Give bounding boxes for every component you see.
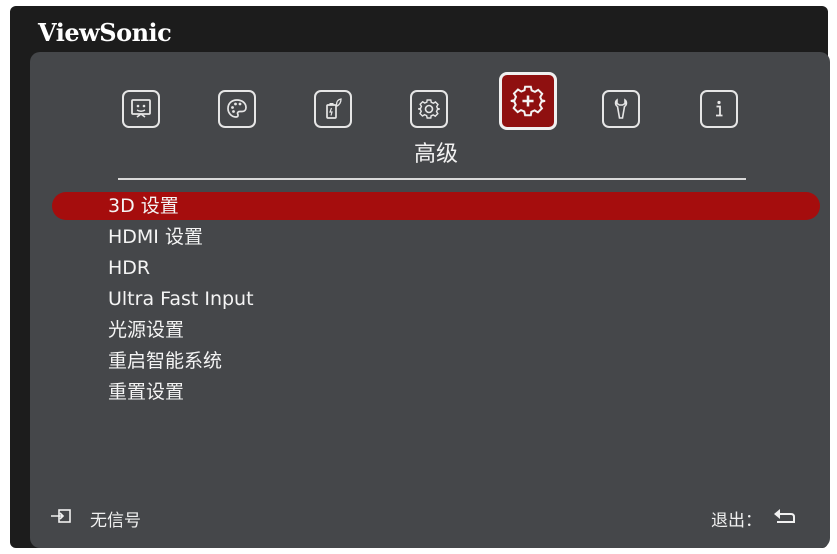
osd-frame: ViewSonic 高级 3D 设置 HDMI 设置 HDR Ultra Fas… xyxy=(10,6,830,548)
tools-wrench-icon xyxy=(614,98,628,119)
tab-divider xyxy=(118,178,746,180)
tab-power[interactable] xyxy=(314,90,352,128)
active-tab-title: 高级 xyxy=(413,142,458,167)
menu-item-label: 3D 设置 xyxy=(108,195,179,217)
tab-tools[interactable] xyxy=(602,90,640,128)
menu-item-label: 光源设置 xyxy=(108,319,185,341)
menu-item-reset-settings[interactable]: 重置设置 xyxy=(52,377,820,408)
tab-settings[interactable] xyxy=(410,90,448,128)
brand-logo: ViewSonic xyxy=(38,18,172,47)
menu-item-label: HDMI 设置 xyxy=(108,226,203,248)
power-eco-icon xyxy=(326,98,342,119)
menu-item-label: 重启智能系统 xyxy=(108,350,223,372)
return-arrow-icon xyxy=(772,508,796,529)
tab-bar: 高级 xyxy=(30,52,830,172)
tab-advanced[interactable] xyxy=(499,72,557,130)
menu-item-label: 重置设置 xyxy=(108,381,185,403)
exit-label: 退出： xyxy=(711,511,762,531)
menu-item-3d-settings[interactable]: 3D 设置 xyxy=(52,192,820,220)
palette-icon xyxy=(227,99,247,118)
tab-display[interactable] xyxy=(122,90,160,128)
menu-item-light-source-settings[interactable]: 光源设置 xyxy=(52,315,820,346)
display-icon xyxy=(131,99,151,118)
advanced-menu-list: 3D 设置 HDMI 设置 HDR Ultra Fast Input 光源设置 … xyxy=(52,192,820,408)
tab-color[interactable] xyxy=(218,90,256,128)
advanced-gear-icon xyxy=(510,85,546,117)
exit-hint[interactable]: 退出： xyxy=(711,506,796,531)
menu-item-hdmi-settings[interactable]: HDMI 设置 xyxy=(52,222,820,253)
menu-item-ultra-fast-input[interactable]: Ultra Fast Input xyxy=(52,284,820,315)
menu-item-hdr[interactable]: HDR xyxy=(52,253,820,284)
tab-info[interactable] xyxy=(700,90,738,128)
menu-panel: 高级 3D 设置 HDMI 设置 HDR Ultra Fast Input 光源… xyxy=(30,52,830,548)
input-source-icon xyxy=(50,508,72,529)
no-signal-text: 无信号 xyxy=(90,511,141,531)
gear-icon xyxy=(418,99,440,119)
menu-item-label: HDR xyxy=(108,257,151,279)
info-icon xyxy=(716,100,723,117)
menu-item-label: Ultra Fast Input xyxy=(108,288,254,310)
source-status: 无信号 xyxy=(50,506,141,531)
menu-item-restart-smart-system[interactable]: 重启智能系统 xyxy=(52,346,820,377)
